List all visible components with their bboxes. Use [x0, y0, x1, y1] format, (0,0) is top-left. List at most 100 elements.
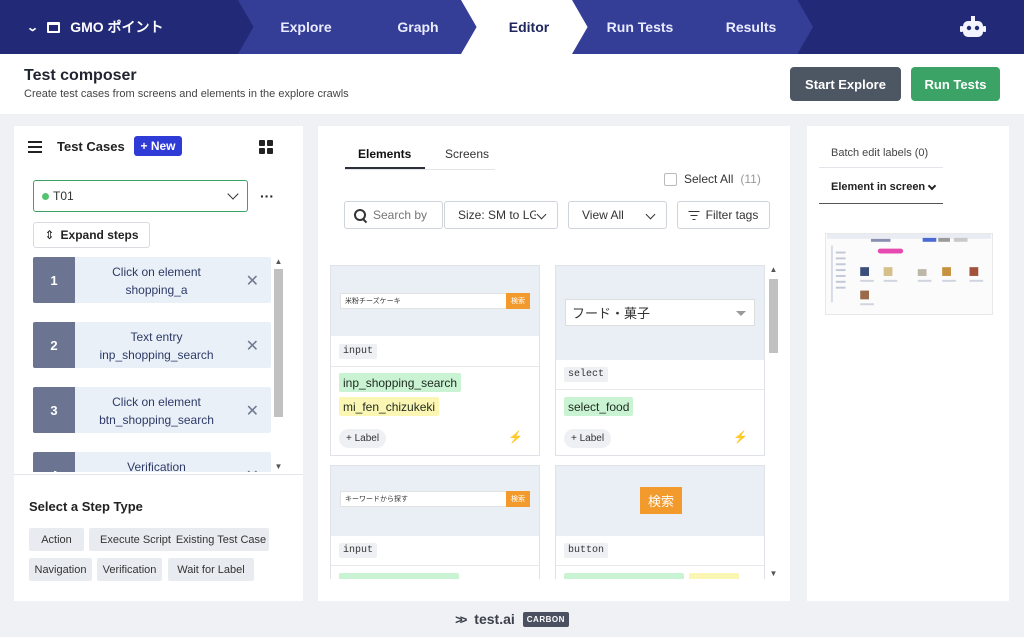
tab-screens[interactable]: Screens — [445, 147, 489, 161]
element-label[interactable]: select_food — [564, 397, 634, 416]
scroll-up-icon[interactable]: ▲ — [272, 257, 285, 267]
search-box[interactable] — [344, 201, 443, 229]
page-header: Test composer Create test cases from scr… — [0, 54, 1024, 114]
preview-input: キーワードから探す — [340, 491, 508, 507]
select-all[interactable]: Select All (11) — [664, 172, 761, 186]
search-input[interactable] — [373, 208, 435, 222]
tab-run-tests[interactable]: Run Tests — [572, 0, 702, 54]
preview-search-button: 検索 — [640, 487, 682, 514]
step-number: 2 — [33, 322, 75, 368]
divider — [819, 167, 943, 168]
element-card[interactable]: 検索 button — [555, 465, 765, 579]
element-label[interactable] — [564, 573, 684, 579]
chevron-down-icon: ⌄ — [26, 21, 40, 34]
bolt-icon[interactable]: ⚡ — [733, 430, 748, 444]
step-card[interactable]: 1 Click on element shopping_a ✕ — [33, 257, 271, 303]
preview-input: 米粉チーズケーキ — [340, 293, 508, 309]
element-label[interactable]: mi_fen_chizukeki — [339, 397, 440, 416]
test-cases-panel: Test Cases + New T01 ··· ⇕ Expand steps … — [14, 126, 303, 601]
screen-panel: Batch edit labels (0) Element in screen — [807, 126, 1009, 601]
step-type-title: Select a Step Type — [29, 499, 143, 514]
step-card[interactable]: 2 Text entry inp_shopping_search ✕ — [33, 322, 271, 368]
size-filter-select[interactable]: Size: SM to LG — [444, 201, 558, 229]
step-card[interactable]: 3 Click on element btn_shopping_search ✕ — [33, 387, 271, 433]
scrollbar-thumb[interactable] — [274, 269, 283, 417]
run-tests-button[interactable]: Run Tests — [911, 67, 1000, 101]
divider — [331, 366, 539, 367]
batch-edit-labels[interactable]: Batch edit labels (0) — [831, 147, 928, 159]
menu-icon[interactable] — [28, 141, 42, 153]
element-card[interactable]: キーワードから探す 検索 input — [330, 465, 540, 579]
step-type-wait-for-label[interactable]: Wait for Label — [168, 558, 254, 581]
scroll-up-icon[interactable]: ▲ — [767, 265, 780, 275]
expand-steps-button[interactable]: ⇕ Expand steps — [33, 222, 150, 248]
element-in-screen-toggle[interactable]: Element in screen — [831, 181, 937, 193]
chevron-down-icon — [927, 181, 937, 190]
expand-steps-label: Expand steps — [60, 228, 139, 242]
element-grid-scrollbar[interactable]: ▲ ▼ — [767, 265, 780, 579]
new-test-case-button[interactable]: + New — [134, 136, 182, 156]
robot-icon[interactable] — [960, 14, 986, 40]
step-type-action[interactable]: Action — [29, 528, 84, 551]
step-type-execute-script[interactable]: Execute Script — [89, 528, 182, 551]
step-card[interactable]: 4 Verification ✕ — [33, 452, 271, 472]
tab-editor[interactable]: Editor — [461, 0, 591, 54]
screen-thumbnail[interactable] — [825, 233, 993, 315]
footer: >> test.ai CARBON — [0, 601, 1024, 637]
filter-icon — [688, 210, 700, 220]
element-label[interactable] — [339, 573, 459, 579]
elements-panel: Elements Screens Select All (11) Size: S… — [318, 126, 790, 601]
step-list: 1 Click on element shopping_a ✕ 2 Text e… — [33, 257, 285, 472]
step-type-section: Select a Step Type Action Execute Script… — [14, 474, 303, 601]
element-preview: 米粉チーズケーキ 検索 — [331, 266, 539, 336]
step-type-navigation[interactable]: Navigation — [29, 558, 92, 581]
remove-step-icon[interactable]: ✕ — [246, 466, 259, 472]
view-filter-select[interactable]: View All — [568, 201, 667, 229]
more-options-icon[interactable]: ··· — [260, 188, 274, 204]
divider — [556, 389, 764, 390]
element-type: input — [339, 344, 378, 359]
expand-arrows-icon: ⇕ — [44, 228, 55, 242]
element-in-screen-label: Element in screen — [831, 181, 926, 193]
filter-tags-button[interactable]: Filter tags — [677, 201, 770, 229]
top-nav: ⌄ GMO ポイント Explore Graph Editor Run Test… — [0, 0, 1024, 54]
remove-step-icon[interactable]: ✕ — [246, 271, 259, 291]
step-number: 1 — [33, 257, 75, 303]
element-grid: 米粉チーズケーキ 検索 input inp_shopping_search mi… — [330, 265, 779, 579]
step-list-scrollbar[interactable]: ▲ ▼ — [272, 257, 285, 472]
bolt-icon[interactable]: ⚡ — [508, 430, 523, 444]
chevron-down-icon — [536, 209, 547, 220]
step-action: Click on element — [112, 265, 201, 279]
tab-graph[interactable]: Graph — [350, 0, 480, 54]
app-switcher[interactable]: ⌄ GMO ポイント — [26, 0, 164, 54]
element-type: input — [339, 543, 378, 558]
tab-explore[interactable]: Explore — [238, 0, 368, 54]
add-label-button[interactable]: + Label — [564, 429, 612, 448]
step-target: btn_shopping_search — [99, 413, 214, 427]
tab-results[interactable]: Results — [683, 0, 813, 54]
app-name: GMO ポイント — [70, 19, 164, 35]
remove-step-icon[interactable]: ✕ — [246, 401, 259, 421]
grid-view-icon[interactable] — [259, 140, 273, 154]
element-type: select — [564, 367, 609, 382]
window-icon — [47, 21, 61, 33]
scroll-down-icon[interactable]: ▼ — [767, 569, 780, 579]
element-card[interactable]: フード・菓子 select select_food + Label ⚡ — [555, 265, 765, 456]
element-label[interactable] — [689, 573, 739, 579]
step-action: Click on element — [112, 395, 201, 409]
element-label[interactable]: inp_shopping_search — [339, 373, 462, 392]
test-case-select[interactable]: T01 — [33, 180, 248, 212]
start-explore-button[interactable]: Start Explore — [790, 67, 901, 101]
testai-logo-icon: >> — [455, 611, 467, 627]
step-number: 3 — [33, 387, 75, 433]
select-all-checkbox[interactable] — [664, 172, 677, 186]
tab-elements[interactable]: Elements — [358, 147, 411, 161]
element-card[interactable]: 米粉チーズケーキ 検索 input inp_shopping_search mi… — [330, 265, 540, 456]
scroll-down-icon[interactable]: ▼ — [272, 462, 285, 472]
step-type-existing-test-case[interactable]: Existing Test Case — [173, 528, 269, 551]
remove-step-icon[interactable]: ✕ — [246, 336, 259, 356]
scrollbar-thumb[interactable] — [769, 279, 778, 353]
step-number: 4 — [33, 452, 75, 472]
step-type-verification[interactable]: Verification — [97, 558, 162, 581]
add-label-button[interactable]: + Label — [339, 429, 387, 448]
